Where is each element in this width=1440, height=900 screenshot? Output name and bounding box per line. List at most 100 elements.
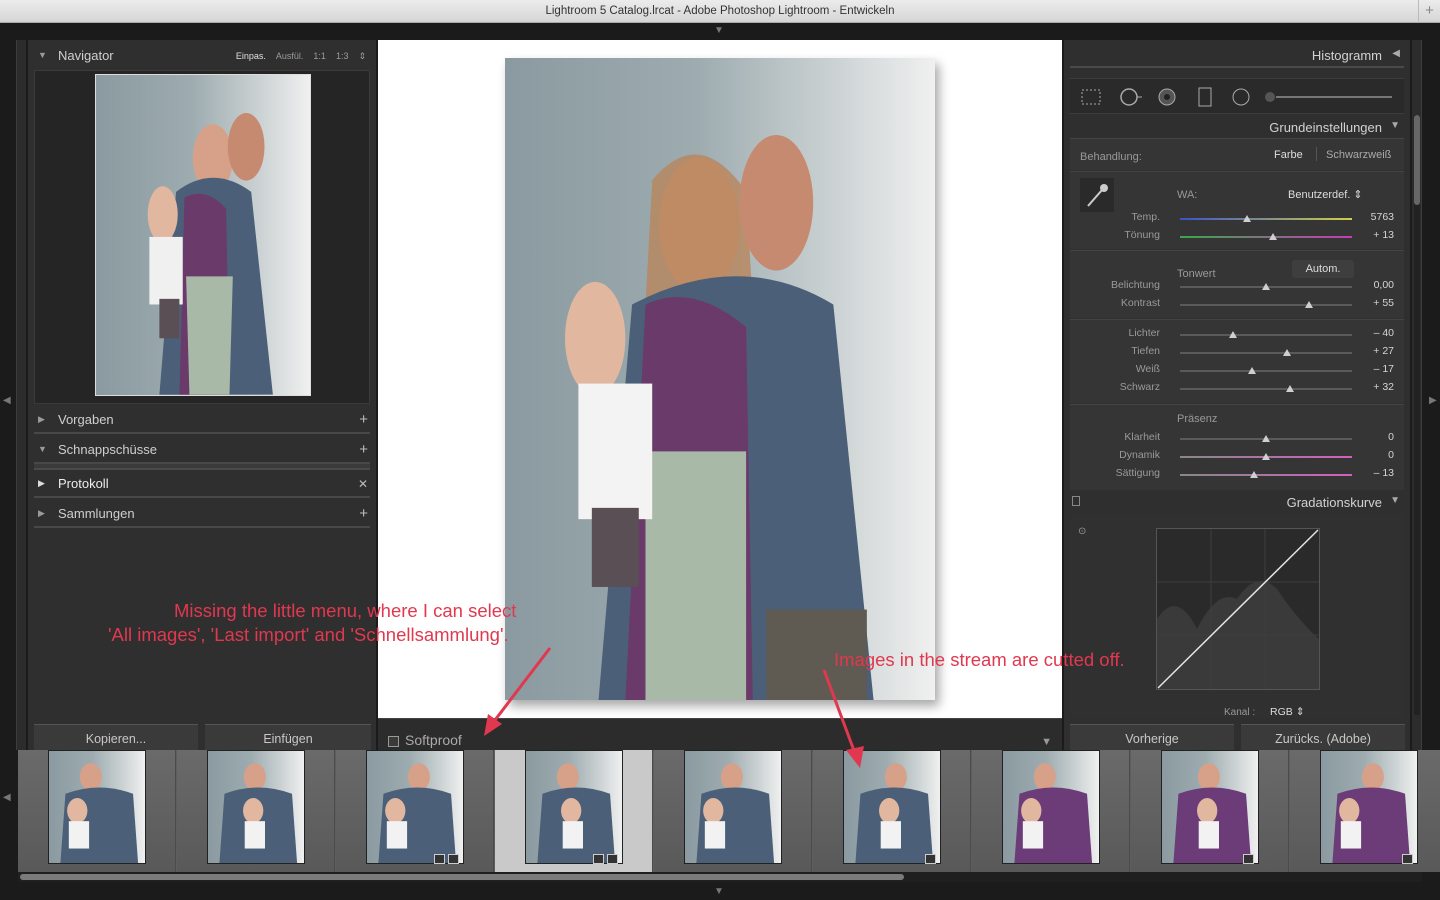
filmstrip-scrollbar[interactable]: [18, 872, 1422, 882]
tone-curve-graph[interactable]: [1156, 528, 1320, 690]
slider-label: Klarheit: [1124, 431, 1160, 443]
bottom-panel-toggle-icon[interactable]: ▼: [714, 886, 724, 897]
slider-value[interactable]: + 13: [1354, 229, 1394, 241]
history-header[interactable]: ▶ Protokoll ✕: [34, 470, 370, 498]
tone-curve-header[interactable]: Gradationskurve ▼: [1070, 492, 1404, 514]
reset-button[interactable]: Zurücks. (Adobe): [1241, 724, 1405, 750]
slider-value[interactable]: 0: [1354, 431, 1394, 443]
navigator-thumbnail[interactable]: [95, 74, 311, 396]
slider-track[interactable]: [1180, 334, 1352, 336]
slider-value[interactable]: – 13: [1354, 467, 1394, 479]
filmstrip-thumbnail[interactable]: [1320, 750, 1418, 864]
filmstrip-cell[interactable]: [972, 750, 1130, 872]
filmstrip-cell[interactable]: [177, 750, 335, 872]
filmstrip-cell[interactable]: [1290, 750, 1440, 872]
slider-label: Tönung: [1124, 229, 1160, 241]
spot-removal-tool-icon[interactable]: [1118, 87, 1142, 107]
slider-value[interactable]: – 40: [1354, 327, 1394, 339]
slider-value[interactable]: – 17: [1354, 363, 1394, 375]
basic-panel: Behandlung: Farbe Schwarzweiß WA: Benutz…: [1070, 138, 1404, 490]
slider-value[interactable]: + 55: [1354, 297, 1394, 309]
photo-people-shape: [1173, 762, 1251, 863]
new-tab-button[interactable]: +: [1418, 0, 1440, 23]
slider-track[interactable]: [1180, 370, 1352, 372]
previous-settings-button[interactable]: Vorherige: [1070, 724, 1234, 750]
right-panel-scrollbar-thumb[interactable]: [1414, 115, 1420, 205]
slider-thumb[interactable]: [1282, 349, 1291, 356]
panel-enable-toggle[interactable]: [1072, 496, 1080, 506]
left-edge-strip: [16, 40, 26, 750]
slider-thumb[interactable]: [1286, 385, 1295, 392]
toolbar-menu-icon[interactable]: ▼: [1041, 736, 1052, 748]
filmstrip-thumbnail[interactable]: [207, 750, 305, 864]
slider-thumb[interactable]: [1262, 435, 1270, 442]
slider-value[interactable]: + 32: [1354, 381, 1394, 393]
add-preset-icon[interactable]: +: [359, 411, 368, 428]
crop-tool-icon[interactable]: [1080, 87, 1102, 107]
main-photo[interactable]: [505, 58, 935, 700]
red-eye-tool-icon[interactable]: [1156, 87, 1178, 107]
photo-people-shape: [1332, 762, 1410, 863]
slider-thumb[interactable]: [1243, 215, 1252, 222]
collections-label: Sammlungen: [58, 506, 135, 521]
presets-header[interactable]: ▶ Vorgaben +: [34, 406, 370, 434]
filmstrip-thumbnail[interactable]: [48, 750, 146, 864]
slider-thumb[interactable]: [1229, 331, 1238, 338]
slider-value[interactable]: 5763: [1354, 211, 1394, 223]
graduated-filter-icon[interactable]: [1194, 87, 1216, 107]
filmstrip-cell[interactable]: [18, 750, 176, 872]
slider-track[interactable]: [1180, 236, 1352, 238]
thumbnail-badge-icon: [448, 854, 459, 864]
channel-label: Kanal :: [1224, 707, 1256, 718]
expand-triangle-icon: ▼: [1390, 120, 1400, 131]
channel-select[interactable]: RGB ⇕: [1270, 706, 1304, 718]
filmstrip-thumbnail[interactable]: [1002, 750, 1100, 864]
basic-header[interactable]: Grundeinstellungen ▼: [1070, 114, 1404, 140]
add-snapshot-icon[interactable]: +: [359, 441, 368, 458]
clear-history-icon[interactable]: ✕: [358, 477, 368, 491]
slider-value[interactable]: 0,00: [1354, 279, 1394, 291]
snapshots-header[interactable]: ▼ Schnappschüsse +: [34, 436, 370, 464]
filmstrip-thumbnail[interactable]: [366, 750, 464, 864]
top-panel-toggle-icon[interactable]: ▼: [714, 25, 724, 36]
histogram-header[interactable]: Histogramm ◀: [1070, 42, 1404, 68]
radial-filter-icon[interactable]: [1230, 87, 1252, 107]
slider-thumb[interactable]: [1305, 301, 1313, 308]
photo-people-shape: [1014, 762, 1092, 863]
slider-thumb[interactable]: [1268, 233, 1277, 240]
filmstrip-scrollbar-thumb[interactable]: [20, 874, 904, 880]
zoom-fill[interactable]: Ausfül.: [276, 51, 304, 62]
filmstrip-cell[interactable]: [1131, 750, 1289, 872]
navigator-header[interactable]: ▼ Navigator Einpas. Ausfül. 1:1 1:3 ⇕: [34, 42, 370, 70]
paste-settings-button[interactable]: Einfügen: [205, 724, 371, 750]
slider-thumb[interactable]: [1248, 367, 1257, 374]
zoom-1-1[interactable]: 1:1: [313, 51, 326, 62]
tone-curve-svg[interactable]: [1157, 529, 1319, 689]
slider-track[interactable]: [1180, 304, 1352, 306]
zoom-stepper-icon[interactable]: ⇕: [358, 51, 366, 62]
zoom-fit[interactable]: Einpas.: [236, 51, 266, 62]
slider-thumb[interactable]: [1262, 453, 1270, 460]
navigator-preview[interactable]: [34, 70, 370, 404]
zoom-1-3[interactable]: 1:3: [336, 51, 349, 62]
slider-value[interactable]: + 27: [1354, 345, 1394, 357]
collections-header[interactable]: ▶ Sammlungen +: [34, 500, 370, 528]
target-adjust-icon[interactable]: ⊙: [1078, 526, 1086, 537]
slider-track[interactable]: [1180, 218, 1352, 220]
annotation-menu-line2: 'All images', 'Last import' and 'Schnell…: [108, 624, 509, 645]
left-panel-toggle-icon[interactable]: ◀: [3, 395, 11, 406]
filmstrip-left-toggle-icon[interactable]: ◀: [3, 792, 11, 803]
slider-track[interactable]: [1180, 352, 1352, 354]
slider-value[interactable]: 0: [1354, 449, 1394, 461]
copy-settings-button[interactable]: Kopieren...: [34, 724, 198, 750]
adjustment-brush-slider[interactable]: [1264, 87, 1394, 107]
slider-thumb[interactable]: [1262, 283, 1270, 290]
softproof-checkbox[interactable]: [388, 736, 399, 747]
slider-track[interactable]: [1180, 474, 1352, 476]
slider-thumb[interactable]: [1249, 471, 1258, 478]
right-panel-toggle-icon[interactable]: ▶: [1429, 395, 1437, 406]
filmstrip-thumbnail[interactable]: [1161, 750, 1259, 864]
slider-track[interactable]: [1180, 388, 1352, 390]
add-collection-icon[interactable]: +: [359, 505, 368, 522]
right-panel-scrollbar[interactable]: [1414, 115, 1420, 715]
